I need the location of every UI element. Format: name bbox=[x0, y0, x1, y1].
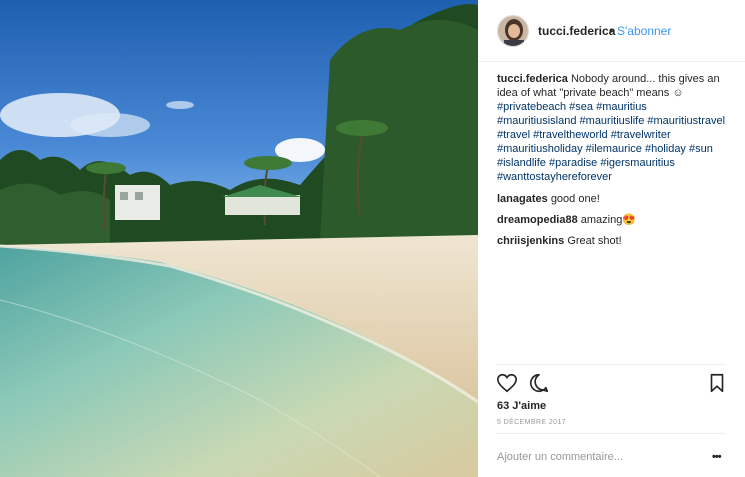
comment-username[interactable]: lanagates bbox=[497, 193, 548, 205]
post-caption: tucci.federica Nobody around... this giv… bbox=[497, 72, 729, 184]
add-comment-input[interactable]: Ajouter un commentaire... bbox=[497, 451, 623, 463]
separator-dot: • bbox=[609, 24, 614, 38]
caption-username[interactable]: tucci.federica bbox=[497, 73, 568, 85]
avatar[interactable] bbox=[497, 15, 529, 47]
avatar-image bbox=[498, 16, 528, 46]
comment-item: lanagates good one! bbox=[497, 192, 729, 206]
heart-outline-icon[interactable] bbox=[496, 372, 518, 394]
caption-hashtags[interactable]: #privatebeach #sea #mauritius #mauritius… bbox=[497, 101, 725, 183]
speech-bubble-icon[interactable] bbox=[528, 372, 550, 394]
follow-button[interactable]: S'abonner bbox=[617, 24, 671, 38]
comment-text: amazing😍 bbox=[580, 214, 637, 226]
comment-text: Great shot! bbox=[567, 235, 622, 247]
divider bbox=[497, 364, 726, 365]
comment-text: good one! bbox=[550, 193, 600, 205]
post-header: tucci.federica • S'abonner bbox=[478, 0, 745, 62]
post-actions bbox=[478, 368, 745, 398]
comment-item: chriisjenkins Great shot! bbox=[497, 234, 729, 248]
divider bbox=[497, 433, 726, 434]
post-photo[interactable] bbox=[0, 0, 478, 477]
comment-username[interactable]: chriisjenkins bbox=[497, 235, 564, 247]
post-date: 5 DÉCEMBRE 2017 bbox=[497, 419, 567, 426]
post-side-panel: tucci.federica • S'abonner tucci.federic… bbox=[478, 0, 745, 477]
more-options-icon[interactable]: ••• bbox=[712, 451, 722, 463]
bookmark-icon[interactable] bbox=[706, 372, 728, 394]
comment-item: dreamopedia88 amazing😍 bbox=[497, 213, 729, 227]
comment-username[interactable]: dreamopedia88 bbox=[497, 214, 578, 226]
beach-photo-image bbox=[0, 0, 478, 477]
comments-list: tucci.federica Nobody around... this giv… bbox=[497, 72, 729, 255]
post-author-username[interactable]: tucci.federica bbox=[538, 24, 615, 38]
likes-count[interactable]: 63 J'aime bbox=[497, 400, 546, 412]
